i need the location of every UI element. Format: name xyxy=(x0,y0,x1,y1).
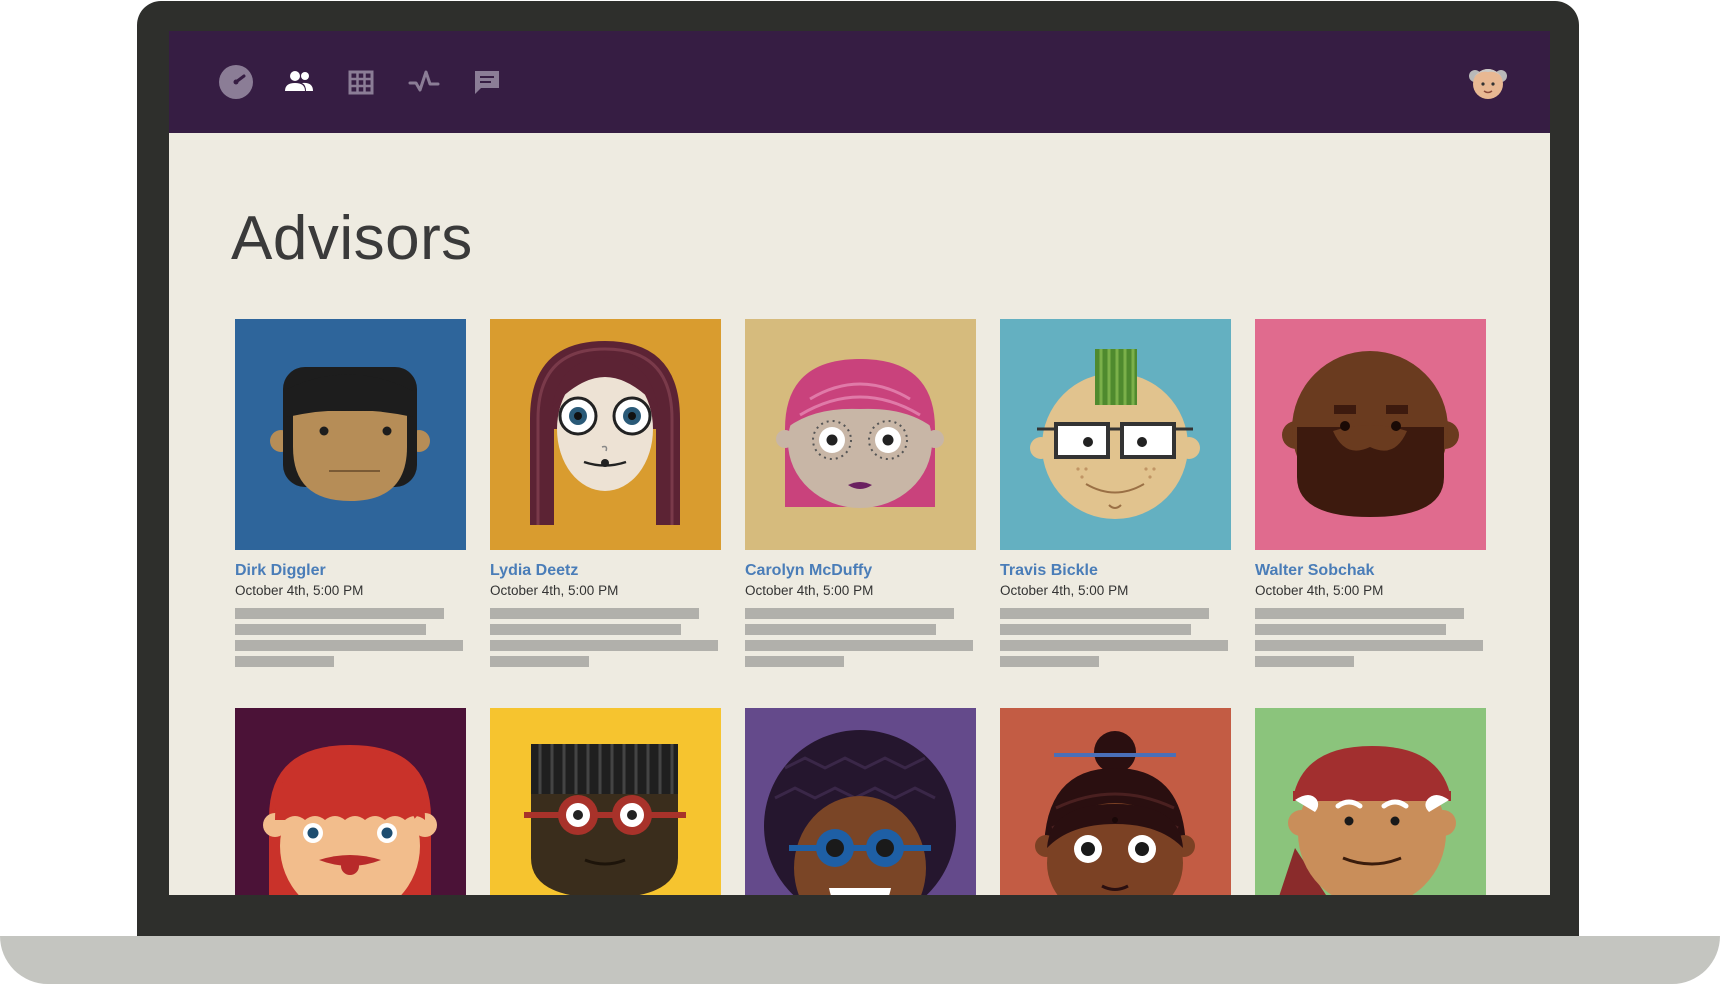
advisor-portrait[interactable] xyxy=(1255,319,1486,550)
advisor-card[interactable]: Carolyn McDuffy October 4th, 5:00 PM xyxy=(745,319,976,672)
advisor-portrait[interactable] xyxy=(745,708,976,895)
advisor-card[interactable] xyxy=(1255,708,1486,895)
dashboard-icon[interactable] xyxy=(218,64,254,100)
advisor-name-link[interactable]: Carolyn McDuffy xyxy=(745,562,976,580)
advisor-card[interactable]: Dirk Diggler October 4th, 5:00 PM xyxy=(235,319,466,672)
grid-icon[interactable] xyxy=(343,64,379,100)
advisor-portrait[interactable] xyxy=(1000,708,1231,895)
advisor-portrait[interactable] xyxy=(490,708,721,895)
advisor-name-link[interactable]: Walter Sobchak xyxy=(1255,562,1486,580)
page-title: Advisors xyxy=(231,204,473,273)
app-screen: Advisors Dirk Diggler October 4th, 5:00 … xyxy=(169,31,1550,895)
advisor-card[interactable]: Walter Sobchak October 4th, 5:00 PM xyxy=(1255,319,1486,672)
placeholder-text-lines xyxy=(490,608,721,667)
advisor-datetime: October 4th, 5:00 PM xyxy=(745,583,874,598)
advisor-card[interactable] xyxy=(490,708,721,895)
advisor-datetime: October 4th, 5:00 PM xyxy=(235,583,364,598)
advisor-card[interactable] xyxy=(1000,708,1231,895)
placeholder-text-lines xyxy=(235,608,466,667)
top-navigation-bar xyxy=(169,31,1550,133)
advisor-card[interactable] xyxy=(235,708,466,895)
placeholder-text-lines xyxy=(745,608,976,667)
placeholder-text-lines xyxy=(1255,608,1486,667)
placeholder-text-lines xyxy=(1000,608,1231,667)
advisor-portrait[interactable] xyxy=(235,708,466,895)
user-avatar[interactable] xyxy=(1466,60,1510,104)
advisor-datetime: October 4th, 5:00 PM xyxy=(1000,583,1129,598)
laptop-base xyxy=(0,936,1720,984)
advisor-portrait[interactable] xyxy=(745,319,976,550)
advisor-datetime: October 4th, 5:00 PM xyxy=(490,583,619,598)
activity-icon[interactable] xyxy=(406,64,442,100)
advisor-name-link[interactable]: Travis Bickle xyxy=(1000,562,1231,580)
advisor-card[interactable] xyxy=(745,708,976,895)
advisor-datetime: October 4th, 5:00 PM xyxy=(1255,583,1384,598)
advisor-portrait[interactable] xyxy=(235,319,466,550)
advisor-portrait[interactable] xyxy=(1255,708,1486,895)
advisor-portrait[interactable] xyxy=(1000,319,1231,550)
advisor-name-link[interactable]: Lydia Deetz xyxy=(490,562,721,580)
advisor-card[interactable]: Lydia Deetz October 4th, 5:00 PM xyxy=(490,319,721,672)
advisor-card[interactable]: Travis Bickle October 4th, 5:00 PM xyxy=(1000,319,1231,672)
chat-icon[interactable] xyxy=(469,64,505,100)
advisor-portrait[interactable] xyxy=(490,319,721,550)
advisor-name-link[interactable]: Dirk Diggler xyxy=(235,562,466,580)
people-icon[interactable] xyxy=(281,64,317,100)
